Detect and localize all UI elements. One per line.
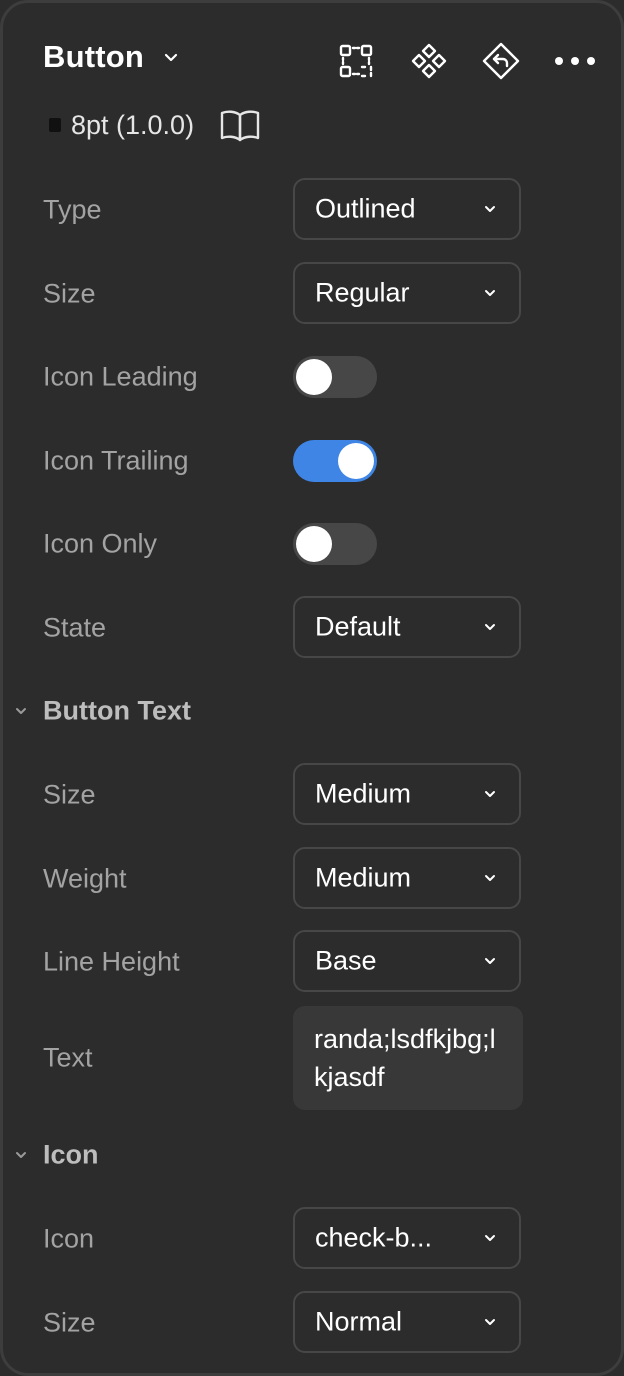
prop-row-icon-size: Size Normal	[3, 1291, 621, 1355]
more-options-icon[interactable]	[553, 41, 597, 81]
prop-row-icon: Icon check-b...	[3, 1207, 621, 1271]
prop-label: State	[43, 612, 107, 643]
select-value: Outlined	[315, 193, 416, 224]
prop-label: Icon Leading	[43, 361, 198, 392]
panel-header: Button	[3, 3, 621, 103]
book-icon[interactable]	[218, 107, 262, 143]
component-outline-icon[interactable]	[336, 41, 376, 81]
chevron-down-icon	[16, 1152, 26, 1158]
select-value: Medium	[315, 778, 412, 809]
prop-label: Type	[43, 194, 102, 225]
button-text-input[interactable]: randa;lsdfkjbg;lkjasdf	[293, 1006, 523, 1110]
section-icon[interactable]: Icon	[3, 1130, 621, 1180]
chevron-down-icon	[485, 958, 495, 964]
chevron-down-icon	[485, 290, 495, 296]
prop-label: Icon Only	[43, 528, 158, 559]
chevron-down-icon	[485, 1319, 495, 1325]
prop-label: Icon	[43, 1223, 95, 1254]
chevron-down-icon	[162, 48, 180, 66]
chevron-down-icon	[16, 708, 26, 714]
select-value: check-b...	[315, 1222, 433, 1253]
chevron-down-icon	[485, 1235, 495, 1241]
prop-row-size: Size Regular	[3, 262, 621, 326]
toggle-knob	[338, 443, 374, 479]
prop-row-text-size: Size Medium	[3, 763, 621, 827]
prop-row-state: State Default	[3, 596, 621, 660]
library-info: 8pt (1.0.0)	[49, 107, 262, 143]
prop-label: Size	[43, 278, 96, 309]
prop-row-line-height: Line Height Base	[3, 930, 621, 994]
icon-size-select[interactable]: Normal	[293, 1291, 521, 1353]
prop-row-icon-only: Icon Only	[3, 512, 621, 576]
prop-label: Weight	[43, 863, 127, 894]
section-button-text[interactable]: Button Text	[3, 686, 621, 736]
prop-label: Size	[43, 1307, 96, 1338]
prop-label: Text	[43, 1042, 93, 1073]
prop-row-icon-leading: Icon Leading	[3, 345, 621, 409]
chevron-down-icon	[485, 875, 495, 881]
state-select[interactable]: Default	[293, 596, 521, 658]
reset-instance-icon[interactable]	[481, 41, 521, 81]
select-value: Medium	[315, 862, 412, 893]
section-title: Button Text	[43, 695, 191, 726]
component-instance-icon[interactable]	[409, 41, 449, 81]
prop-label: Icon Trailing	[43, 445, 189, 476]
weight-select[interactable]: Medium	[293, 847, 521, 909]
prop-label: Size	[43, 779, 96, 810]
properties-panel: Button 8pt (1.0.0) Type Outlined Size Re…	[0, 0, 624, 1376]
select-value: Base	[315, 945, 377, 976]
icon-only-toggle[interactable]	[293, 523, 377, 565]
component-name-dropdown[interactable]: Button	[43, 39, 180, 75]
select-value: Default	[315, 611, 401, 642]
prop-label: Line Height	[43, 946, 180, 977]
chevron-down-icon	[485, 624, 495, 630]
size-select[interactable]: Regular	[293, 262, 521, 324]
icon-trailing-toggle[interactable]	[293, 440, 377, 482]
prop-row-text: Text randa;lsdfkjbg;lkjasdf	[3, 1006, 621, 1110]
select-value: Regular	[315, 277, 410, 308]
type-select[interactable]: Outlined	[293, 178, 521, 240]
prop-row-weight: Weight Medium	[3, 847, 621, 911]
prop-row-icon-trailing: Icon Trailing	[3, 429, 621, 493]
line-height-select[interactable]: Base	[293, 930, 521, 992]
text-size-select[interactable]: Medium	[293, 763, 521, 825]
toggle-knob	[296, 359, 332, 395]
chevron-down-icon	[485, 206, 495, 212]
prop-row-type: Type Outlined	[3, 178, 621, 242]
icon-leading-toggle[interactable]	[293, 356, 377, 398]
select-value: Normal	[315, 1306, 403, 1337]
toggle-knob	[296, 526, 332, 562]
library-swatch	[49, 118, 61, 132]
component-title: Button	[43, 39, 145, 74]
section-title: Icon	[43, 1139, 99, 1170]
icon-select[interactable]: check-b...	[293, 1207, 521, 1269]
library-version: 8pt (1.0.0)	[71, 109, 195, 140]
chevron-down-icon	[485, 791, 495, 797]
